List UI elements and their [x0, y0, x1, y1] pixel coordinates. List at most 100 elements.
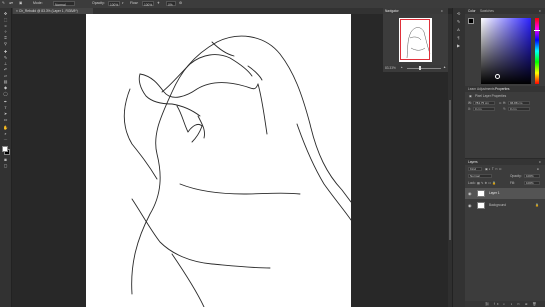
- tab-learn[interactable]: Learn: [468, 86, 476, 92]
- mode-select[interactable]: Normal: [53, 1, 75, 7]
- properties-title: Pixel Layer Properties: [475, 94, 507, 98]
- tab-layers[interactable]: Layers: [468, 159, 478, 165]
- history-panel-icon[interactable]: ⟲: [456, 12, 461, 16]
- brush-panel-icon[interactable]: ▣: [19, 1, 22, 6]
- lock-icons[interactable]: ▦✎✥⊡🔒: [477, 181, 497, 185]
- options-opacity-label: Opacity:: [92, 1, 105, 5]
- more-tools-icon[interactable]: ⋯: [3, 138, 8, 142]
- color-panel-menu-icon[interactable]: ≡: [539, 8, 541, 14]
- navigator-zoom-slider[interactable]: [407, 68, 441, 69]
- marquee-icon[interactable]: ⬚: [3, 18, 8, 22]
- healing-icon[interactable]: ✚: [3, 50, 8, 54]
- layer-visibility-eye-icon[interactable]: ◉: [468, 203, 472, 208]
- x-field[interactable]: 0 cm: [473, 107, 495, 111]
- hue-slider[interactable]: [535, 18, 539, 84]
- filter-toggle-icon[interactable]: ●: [537, 167, 539, 171]
- navigator-footer: 83.33% ▴ ▲: [383, 65, 448, 72]
- w-label: W:: [468, 101, 472, 105]
- hand-icon[interactable]: ✋: [3, 126, 8, 130]
- h-label: H:: [503, 101, 507, 105]
- y-field[interactable]: 0 cm: [508, 107, 530, 111]
- history-brush-icon[interactable]: ↶: [3, 68, 8, 72]
- type-icon[interactable]: T: [3, 106, 8, 110]
- color-picker-cursor[interactable]: [495, 74, 500, 79]
- layers-footer-icons[interactable]: ⛓ fx ◐ ◑ ▭ ⊞ 🗑: [485, 302, 538, 306]
- navigator-zoom-handle[interactable]: [419, 66, 421, 70]
- fill-field[interactable]: 100%: [524, 181, 540, 185]
- link-proportions-icon[interactable]: ∞: [499, 101, 501, 105]
- pixel-layer-icon: ▣: [469, 94, 473, 98]
- opacity-field[interactable]: 100%: [108, 1, 120, 7]
- hue-slider-handle[interactable]: [534, 30, 540, 31]
- tab-properties[interactable]: Properties: [495, 86, 510, 92]
- brush-tool-icon[interactable]: ✎: [2, 1, 5, 6]
- rectangle-icon[interactable]: ▭: [3, 118, 8, 122]
- layer-row[interactable]: ◉ Background 🔒: [465, 200, 545, 211]
- options-mode-label: Mode:: [33, 1, 43, 5]
- layer-filter-icons[interactable]: ▣◐T▭⊡: [485, 167, 503, 171]
- eyedropper-icon[interactable]: ⚲: [3, 42, 8, 46]
- height-field[interactable]: 96.88 cm: [508, 101, 530, 105]
- pen-icon[interactable]: ✒: [3, 100, 8, 104]
- brush-settings-panel-icon[interactable]: ✎: [456, 20, 461, 24]
- brush-icon[interactable]: ✎: [3, 56, 8, 60]
- layer-name[interactable]: Layer 1: [489, 191, 500, 195]
- navigator-zoom-value[interactable]: 83.33%: [385, 66, 396, 70]
- x-label: X:: [468, 107, 472, 111]
- layer-thumbnail: [477, 202, 485, 209]
- document-tab-title: Ch_Rebuild @ 83.3% (Layer 1, RGB/8*): [18, 9, 78, 13]
- layers-panel-menu-icon[interactable]: ≡: [539, 159, 541, 165]
- layers-panel-tabs: Layers ≡: [465, 159, 545, 165]
- tab-swatches[interactable]: Swatches: [480, 8, 494, 14]
- zoom-icon[interactable]: ⌕: [3, 132, 8, 136]
- mode-select-value: Normal: [55, 3, 66, 7]
- tab-adjustments[interactable]: Adjustments: [477, 86, 495, 92]
- blend-mode-select[interactable]: Normal: [468, 174, 492, 178]
- layer-visibility-eye-icon[interactable]: ◉: [468, 191, 472, 196]
- right-panels: Color Swatches ≡ Learn Adjustments Prope…: [465, 8, 545, 307]
- layer-thumbnail: [477, 190, 485, 197]
- crop-icon[interactable]: ⌗: [3, 36, 8, 40]
- layer-filter-kind[interactable]: Kind: [468, 167, 482, 171]
- tools-column: ✥ ⬚ ↄ ✧ ⌗ ⚲ ✚ ✎ ⊥ ↶ ▱ ▤ ◆ ◯ ✒ T ➤ ▭ ✋ ⌕ …: [0, 8, 11, 307]
- properties-panel-tabs: Learn Adjustments Properties: [465, 86, 545, 92]
- flow-field[interactable]: 100%: [142, 1, 154, 7]
- airbrush-icon[interactable]: ✈: [157, 1, 160, 6]
- layer-name[interactable]: Background: [489, 203, 506, 207]
- pressure-opacity-icon[interactable]: ◐: [122, 1, 124, 6]
- navigator-thumbnail[interactable]: [399, 18, 432, 62]
- quick-mask-icon[interactable]: ◙: [3, 158, 8, 162]
- character-panel-icon[interactable]: A: [456, 28, 461, 32]
- panel-dock-icons: ⟲ ✎ A ¶ ▶: [452, 8, 465, 307]
- smoothing-settings-icon[interactable]: ⚙: [179, 1, 182, 6]
- path-select-icon[interactable]: ➤: [3, 112, 8, 116]
- navigator-view-box[interactable]: [400, 19, 430, 60]
- foreground-color-chip[interactable]: [468, 18, 474, 24]
- actions-panel-icon[interactable]: ▶: [456, 44, 461, 48]
- zoom-in-icon[interactable]: ▲: [443, 65, 446, 69]
- scrollbar-thumb[interactable]: [449, 100, 451, 240]
- flow-field-value: 100%: [144, 3, 153, 7]
- width-field[interactable]: 784.75 cm: [473, 101, 495, 105]
- lasso-icon[interactable]: ↄ: [3, 24, 8, 28]
- brush-size-icon[interactable]: ●▾: [9, 1, 13, 6]
- move-icon[interactable]: ✥: [3, 12, 8, 16]
- layer-row[interactable]: ◉ Layer 1: [465, 188, 545, 199]
- tab-color[interactable]: Color: [468, 8, 476, 14]
- dodge-icon[interactable]: ◯: [3, 92, 8, 96]
- color-field[interactable]: [481, 18, 531, 84]
- background-color-swatch[interactable]: [2, 146, 8, 152]
- paragraph-panel-icon[interactable]: ¶: [456, 36, 461, 40]
- screen-mode-icon[interactable]: ▢: [3, 164, 8, 168]
- layers-opacity-field[interactable]: 100%: [524, 174, 540, 178]
- eraser-icon[interactable]: ▱: [3, 74, 8, 78]
- opacity-field-value: 100%: [110, 3, 119, 7]
- stamp-icon[interactable]: ⊥: [3, 62, 8, 66]
- lock-icon: 🔒: [535, 203, 539, 207]
- zoom-out-icon[interactable]: ▴: [401, 65, 403, 69]
- gradient-icon[interactable]: ▤: [3, 80, 8, 84]
- kind-label: Kind: [470, 167, 477, 171]
- smoothing-field[interactable]: 0%: [166, 1, 176, 7]
- magic-wand-icon[interactable]: ✧: [3, 30, 8, 34]
- blur-icon[interactable]: ◆: [3, 86, 8, 90]
